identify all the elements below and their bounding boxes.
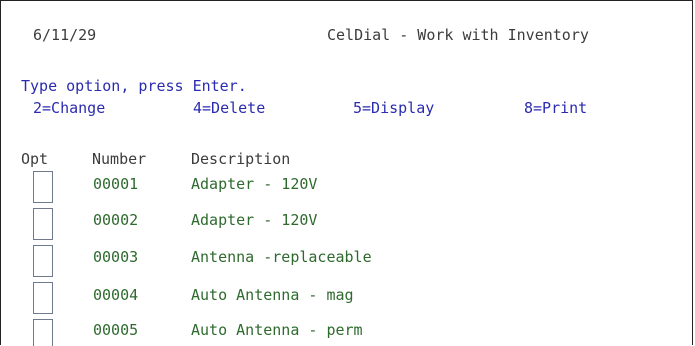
row-description: Auto Antenna - mag bbox=[191, 286, 354, 304]
opt-input-field[interactable] bbox=[33, 245, 53, 277]
opt-input-field[interactable] bbox=[33, 282, 53, 314]
column-header-opt: Opt bbox=[21, 150, 49, 168]
option-display: 5=Display bbox=[353, 99, 435, 117]
option-delete: 4=Delete bbox=[193, 99, 266, 117]
row-number: 00001 bbox=[93, 175, 139, 193]
opt-input-field[interactable] bbox=[33, 171, 53, 203]
screen-date: 6/11/29 bbox=[33, 26, 97, 44]
row-number: 00002 bbox=[93, 211, 139, 229]
opt-input-field[interactable] bbox=[33, 319, 53, 346]
row-number: 00005 bbox=[93, 321, 139, 339]
opt-input-field[interactable] bbox=[33, 208, 53, 240]
row-number: 00003 bbox=[93, 248, 139, 266]
row-description: Antenna -replaceable bbox=[191, 248, 372, 266]
row-number: 00004 bbox=[93, 286, 139, 304]
instruction-prompt: Type option, press Enter. bbox=[21, 77, 247, 95]
row-description: Adapter - 120V bbox=[191, 175, 318, 193]
option-change: 2=Change bbox=[33, 99, 106, 117]
row-description: Adapter - 120V bbox=[191, 211, 318, 229]
terminal-screen: 6/11/29 CelDial - Work with Inventory Ty… bbox=[0, 0, 693, 346]
column-header-number: Number bbox=[92, 150, 147, 168]
column-header-description: Description bbox=[191, 150, 291, 168]
screen-title: CelDial - Work with Inventory bbox=[327, 26, 589, 44]
option-print: 8=Print bbox=[524, 99, 588, 117]
row-description: Auto Antenna - perm bbox=[191, 321, 363, 339]
